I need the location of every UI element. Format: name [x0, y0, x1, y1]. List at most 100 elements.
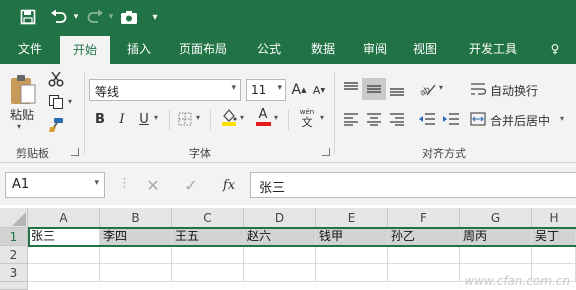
save-icon[interactable]	[18, 0, 38, 34]
merge-center-icon[interactable]	[468, 108, 488, 130]
bottom-align-icon[interactable]	[386, 78, 408, 100]
cell-e2[interactable]	[316, 246, 388, 264]
align-center-icon[interactable]	[362, 108, 386, 130]
borders-dropdown-icon[interactable]: ▾	[196, 113, 200, 122]
formula-bar-splitter[interactable]: ⋮	[118, 176, 131, 191]
row-header[interactable]: 2	[0, 246, 28, 264]
bold-button[interactable]: B	[92, 109, 108, 129]
tab-insert[interactable]: 插入	[114, 34, 164, 64]
decrease-indent-icon[interactable]	[416, 108, 438, 130]
cell-c2[interactable]	[172, 246, 244, 264]
formula-input[interactable]: 张三	[250, 172, 576, 198]
column-header[interactable]: H	[532, 208, 576, 228]
row-header[interactable]	[0, 282, 28, 290]
cut-icon[interactable]	[46, 70, 66, 88]
wrap-text-icon[interactable]	[468, 78, 488, 100]
name-box[interactable]: A1 ▾	[5, 172, 105, 198]
grow-font-icon[interactable]: A ▲	[290, 80, 308, 100]
cell-b1[interactable]: 李四	[100, 228, 172, 246]
tab-file[interactable]: 文件	[4, 34, 56, 64]
row-header[interactable]: 1	[0, 228, 28, 246]
font-size-dropdown-icon[interactable]: ▾	[277, 83, 282, 93]
camera-icon[interactable]	[118, 0, 140, 34]
enter-icon[interactable]: ✓	[178, 173, 204, 197]
borders-icon[interactable]	[176, 109, 194, 129]
customize-qat-icon[interactable]: ▾	[148, 0, 162, 34]
middle-align-icon[interactable]	[362, 78, 386, 100]
clipboard-launcher-icon[interactable]	[71, 148, 79, 156]
orientation-icon[interactable]: ab	[416, 78, 438, 100]
copy-dropdown-icon[interactable]: ▾	[68, 97, 72, 106]
top-align-icon[interactable]	[340, 78, 362, 100]
insert-function-button[interactable]: fx	[216, 173, 242, 197]
cell-d2[interactable]	[244, 246, 316, 264]
align-right-icon[interactable]	[386, 108, 408, 130]
row-header[interactable]: 3	[0, 264, 28, 282]
cell-b3[interactable]	[100, 264, 172, 282]
column-header[interactable]: B	[100, 208, 172, 228]
redo-dropdown-icon[interactable]: ▾	[106, 0, 116, 34]
copy-icon[interactable]	[46, 93, 66, 111]
cell-h1[interactable]: 吴丁	[532, 228, 576, 246]
column-header[interactable]: G	[460, 208, 532, 228]
fill-color-dropdown-icon[interactable]: ▾	[240, 113, 244, 122]
cell-e3[interactable]	[316, 264, 388, 282]
font-color-dropdown-icon[interactable]: ▾	[274, 113, 278, 122]
cell-c3[interactable]	[172, 264, 244, 282]
font-name-select[interactable]: 等线 ▾	[89, 79, 241, 101]
paste-icon[interactable]	[8, 72, 38, 108]
cell-a2[interactable]	[28, 246, 100, 264]
merge-center-label[interactable]: 合并后居中	[490, 112, 550, 129]
font-color-icon[interactable]: A	[254, 107, 272, 127]
cell-f3[interactable]	[388, 264, 460, 282]
tab-formulas[interactable]: 公式	[244, 34, 294, 64]
tab-home[interactable]: 开始	[60, 36, 110, 64]
cell-c1[interactable]: 王五	[172, 228, 244, 246]
wrap-text-label[interactable]: 自动换行	[490, 82, 538, 99]
tell-me-icon[interactable]: ♀	[540, 34, 570, 64]
paste-dropdown-icon[interactable]: ▾	[17, 122, 21, 131]
tab-developer[interactable]: 开发工具	[456, 34, 530, 64]
merge-dropdown-icon[interactable]: ▾	[560, 114, 564, 123]
cell-h2[interactable]	[532, 246, 576, 264]
phonetic-guide-icon[interactable]: wén 文	[296, 106, 318, 130]
undo-dropdown-icon[interactable]: ▾	[70, 0, 82, 34]
column-header[interactable]: F	[388, 208, 460, 228]
fill-color-icon[interactable]	[220, 107, 238, 127]
phonetic-dropdown-icon[interactable]: ▾	[320, 113, 324, 122]
font-name-dropdown-icon[interactable]: ▾	[231, 83, 236, 93]
redo-icon[interactable]	[84, 0, 106, 34]
cell-a3[interactable]	[28, 264, 100, 282]
cell-g2[interactable]	[460, 246, 532, 264]
select-all-corner[interactable]	[0, 208, 28, 228]
column-header[interactable]: A	[28, 208, 100, 228]
tab-page-layout[interactable]: 页面布局	[168, 34, 238, 64]
undo-icon[interactable]	[48, 0, 70, 34]
column-header[interactable]: E	[316, 208, 388, 228]
column-header[interactable]: D	[244, 208, 316, 228]
underline-button[interactable]: U	[136, 109, 152, 129]
underline-dropdown-icon[interactable]: ▾	[154, 113, 158, 122]
cell-g1[interactable]: 周丙	[460, 228, 532, 246]
orientation-dropdown-icon[interactable]: ▾	[439, 83, 443, 92]
shrink-font-icon[interactable]: A ▼	[310, 80, 328, 100]
cell-a1[interactable]: 张三	[28, 228, 100, 246]
format-painter-icon[interactable]	[46, 116, 66, 134]
increase-indent-icon[interactable]	[440, 108, 462, 130]
name-box-dropdown-icon[interactable]: ▾	[94, 178, 99, 188]
cancel-icon[interactable]: ✕	[140, 173, 166, 197]
paste-label[interactable]: 粘贴	[10, 106, 34, 123]
cell-d3[interactable]	[244, 264, 316, 282]
font-launcher-icon[interactable]	[322, 148, 330, 156]
align-left-icon[interactable]	[340, 108, 362, 130]
cell-d1[interactable]: 赵六	[244, 228, 316, 246]
cell-f1[interactable]: 孙乙	[388, 228, 460, 246]
cell-f2[interactable]	[388, 246, 460, 264]
cell-e1[interactable]: 钱甲	[316, 228, 388, 246]
italic-button[interactable]: I	[114, 109, 130, 129]
tab-view[interactable]: 视图	[402, 34, 448, 64]
font-size-select[interactable]: 11 ▾	[246, 79, 286, 101]
tab-review[interactable]: 审阅	[352, 34, 398, 64]
column-header[interactable]: C	[172, 208, 244, 228]
tab-data[interactable]: 数据	[298, 34, 348, 64]
